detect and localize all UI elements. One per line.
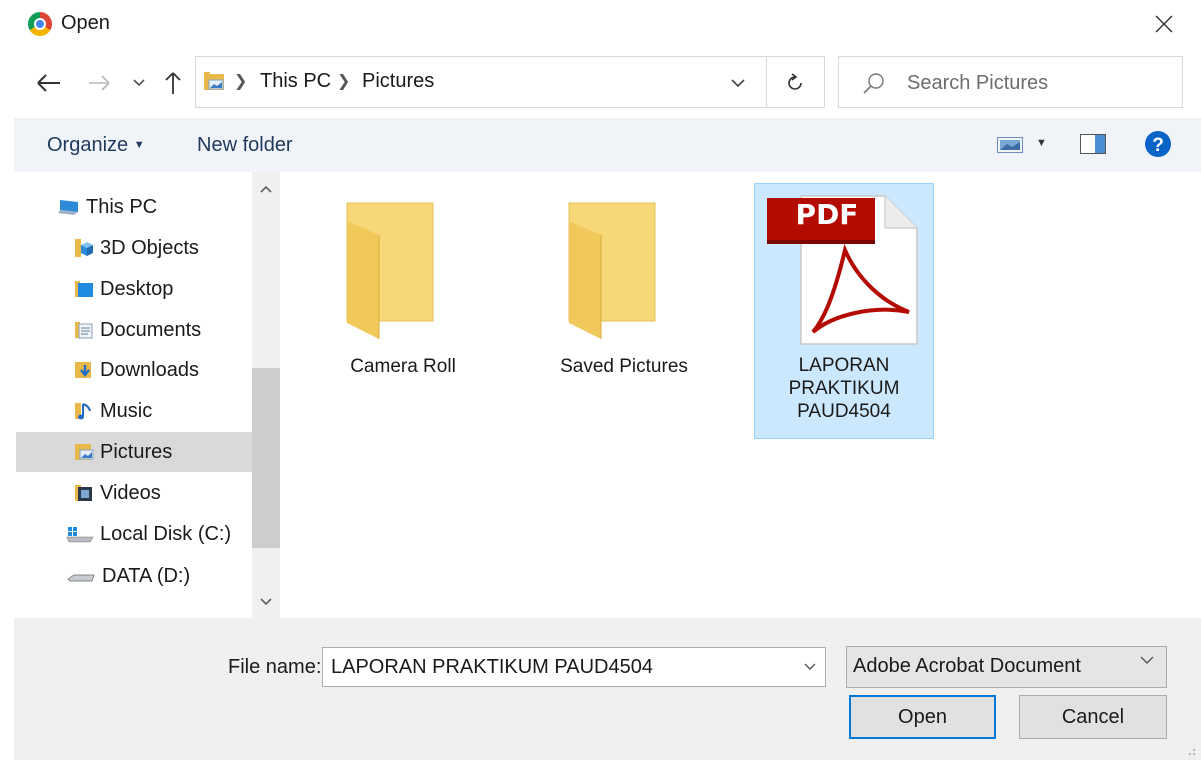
forward-button[interactable] [82,66,116,100]
help-button[interactable]: ? [1144,130,1172,158]
chevron-up-icon [260,185,272,193]
sidebar-item-label: DATA (D:) [102,564,191,587]
sidebar-item-label: Pictures [100,440,173,463]
music-folder-icon [75,403,91,420]
close-icon [1155,15,1173,33]
scroll-up-button[interactable] [252,176,280,202]
refresh-icon [788,73,802,90]
sidebar-item-documents[interactable]: Documents [72,310,252,350]
chrome-icon [28,12,52,36]
pictures-folder-icon [75,444,94,460]
sidebar-item-label: Documents [100,318,202,341]
breadcrumb-pictures[interactable]: Pictures [362,70,434,93]
recent-locations-button[interactable] [128,66,150,100]
downloads-folder-icon [75,362,91,378]
sidebar-item-3d-objects[interactable]: 3D Objects [72,228,252,268]
documents-folder-icon [75,322,93,339]
file-name-dropdown-button[interactable] [796,648,824,686]
change-view-button[interactable]: ▼ [994,134,1054,156]
arrow-left-icon [37,74,60,92]
open-button[interactable]: Open [849,695,996,739]
search-icon [863,73,884,94]
sidebar-item-label: Desktop [100,277,174,300]
search-input[interactable]: Search Pictures [907,72,1048,95]
file-item-saved-pictures[interactable]: Saved Pictures [534,183,714,439]
file-name: Saved Pictures [560,356,688,377]
breadcrumb-this-pc[interactable]: This PC [260,70,331,93]
up-button[interactable] [160,66,186,100]
organize-label: Organize [47,134,129,156]
sidebar-item-label: This PC [86,195,158,218]
drive-icon [67,574,95,582]
title-bar: Open [0,0,1201,50]
svg-text:?: ? [1152,135,1164,156]
videos-folder-icon [75,485,92,501]
file-name-label: File name: [228,656,322,678]
file-type-value: Adobe Acrobat Document [853,655,1081,677]
resize-grip-icon[interactable] [1184,744,1196,756]
sidebar-item-label: Local Disk (C:) [100,522,232,545]
dropdown-caret-icon: ▼ [133,139,145,151]
help-icon: ? [1145,131,1171,157]
new-folder-button[interactable]: New folder [197,134,293,157]
sidebar-scrollbar-thumb[interactable] [252,368,280,548]
sidebar-item-local-disk-c[interactable]: Local Disk (C:) [66,514,252,554]
dropdown-caret-icon: ▼ [1036,137,1047,149]
folder-icon [568,202,656,339]
file-name: Camera Roll [350,356,456,377]
back-button[interactable] [30,66,68,100]
local-disk-icon [66,527,94,543]
file-item-laporan-praktikum[interactable]: PDF LAPORAN PRAKTIKUM PAUD4504 [754,183,934,439]
sidebar-item-label: 3D Objects [100,236,199,259]
refresh-button[interactable] [780,66,810,100]
cancel-button[interactable]: Cancel [1019,695,1167,739]
desktop-folder-icon [75,281,93,297]
pdf-badge-text: PDF [795,198,859,231]
file-name-line: PRAKTIKUM [788,378,900,399]
file-name: LAPORAN PRAKTIKUM PAUD4504 [755,354,933,423]
sidebar-item-label: Videos [100,481,161,504]
window-title: Open [61,12,110,34]
file-type-select[interactable]: Adobe Acrobat Document [846,646,1167,688]
sidebar-item-label: Music [100,399,153,422]
preview-pane-button[interactable] [1080,134,1108,156]
preview-pane-icon [1080,134,1106,154]
chevron-down-icon [133,79,145,87]
sidebar-item-desktop[interactable]: Desktop [72,269,252,309]
file-name-line: PAUD4504 [797,401,891,422]
chevron-down-icon [1140,656,1154,664]
arrow-right-icon [89,75,110,91]
sidebar-item-downloads[interactable]: Downloads [72,350,252,390]
file-item-camera-roll[interactable]: Camera Roll [313,183,493,439]
computer-icon [58,200,78,215]
close-button[interactable] [1146,8,1182,40]
folder-icon [346,202,434,339]
arrow-up-icon [165,72,181,94]
file-name-line: LAPORAN [798,355,890,376]
chevron-down-icon [804,663,816,670]
chevron-down-icon [260,598,272,606]
address-separator [766,57,767,107]
file-name-input[interactable] [322,647,826,687]
sidebar-item-this-pc[interactable]: This PC [58,187,252,227]
address-dropdown-button[interactable] [726,66,750,100]
view-icon [997,137,1023,153]
sidebar-item-pictures[interactable]: Pictures [16,432,252,472]
sidebar-item-data-d[interactable]: DATA (D:) [66,556,252,596]
breadcrumb-separator-icon: ❯ [337,73,351,90]
sidebar-item-music[interactable]: Music [72,391,252,431]
breadcrumb-separator-icon: ❯ [234,73,248,90]
chevron-down-icon [731,78,745,87]
3d-objects-folder-icon [75,239,93,257]
scroll-down-button[interactable] [252,589,280,615]
pictures-folder-icon [204,72,224,90]
sidebar-item-videos[interactable]: Videos [72,473,252,513]
organize-button[interactable]: Organize ▼ [47,134,145,157]
sidebar-item-label: Downloads [100,358,199,381]
